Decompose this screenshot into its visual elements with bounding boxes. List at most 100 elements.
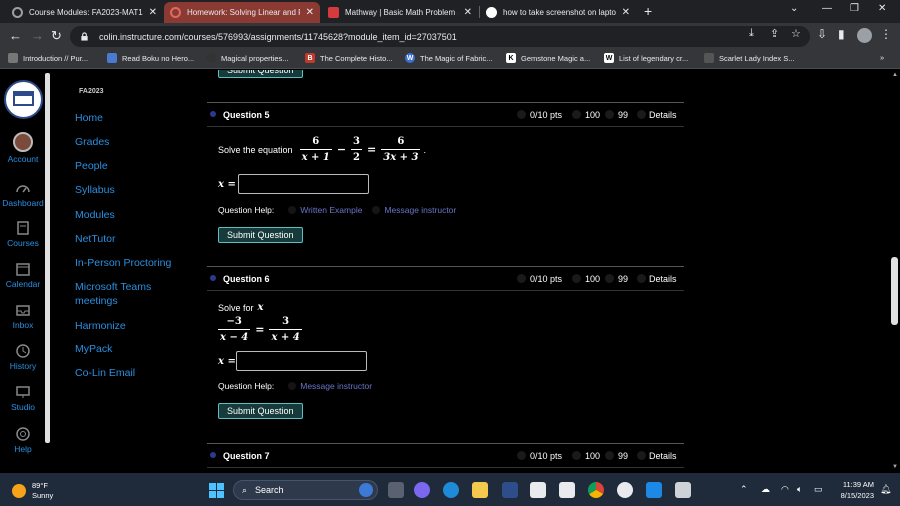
mail-icon[interactable] <box>559 482 575 498</box>
course-nav-harmonize[interactable]: Harmonize <box>75 319 185 333</box>
tab-search-icon[interactable]: ⌄ <box>790 3 798 14</box>
tab-mathway[interactable]: Mathway | Basic Math Problem S ✕ <box>322 2 478 23</box>
tray-chevron-icon[interactable]: ⌃ <box>740 484 748 495</box>
submit-question-button[interactable]: Submit Question <box>218 403 303 419</box>
answer-label: x = <box>218 355 236 367</box>
tab-homework[interactable]: Homework: Solving Linear and R ✕ <box>164 2 320 23</box>
reload-icon[interactable]: ↻ <box>51 28 62 44</box>
vscode-icon[interactable] <box>502 482 518 498</box>
close-icon[interactable]: ✕ <box>622 7 630 18</box>
canvas-favicon-icon <box>12 7 23 18</box>
menu-kebab-icon[interactable]: ⋮ <box>880 27 892 41</box>
bookmark-item[interactable]: B The Complete Histo... <box>305 53 393 63</box>
tab-label: how to take screenshot on laptop <box>503 8 616 17</box>
course-nav-colin-email[interactable]: Co-Lin Email <box>75 366 185 380</box>
edge-icon[interactable] <box>443 482 459 498</box>
nav-scrollbar-thumb[interactable] <box>45 73 50 443</box>
math-operator: = <box>367 143 377 156</box>
submit-question-button[interactable]: Submit Question <box>218 227 303 243</box>
global-nav-studio[interactable]: Studio <box>0 384 46 412</box>
course-nav-mypack[interactable]: MyPack <box>75 342 185 356</box>
details-link[interactable]: Details <box>649 274 677 284</box>
new-tab-button[interactable]: + <box>644 3 652 19</box>
wifi-icon[interactable]: ◠ <box>781 484 789 495</box>
college-logo[interactable] <box>4 80 43 119</box>
denominator: 3x + 3 <box>383 152 419 163</box>
written-example-link[interactable]: Written Example <box>288 205 362 215</box>
forward-arrow-icon[interactable]: → <box>31 28 44 43</box>
submit-question-button[interactable]: Submit Question <box>218 70 303 78</box>
answer-input[interactable] <box>237 174 369 194</box>
mathway-favicon-icon <box>328 7 339 18</box>
attempts-value: 100 <box>585 450 601 461</box>
share-icon[interactable]: ⇪ <box>770 27 779 40</box>
back-arrow-icon[interactable]: ← <box>9 28 22 43</box>
taskbar-clock[interactable]: 11:39 AM 8/15/2023 <box>832 479 874 501</box>
minimize-icon[interactable]: — <box>822 3 832 14</box>
course-nav-syllabus[interactable]: Syllabus <box>75 183 185 197</box>
global-nav-courses[interactable]: Courses <box>0 220 46 248</box>
address-bar[interactable]: colin.instructure.com/courses/576993/ass… <box>70 26 810 47</box>
taskbar-search[interactable]: ⌕ Search <box>233 480 378 500</box>
photos-icon[interactable] <box>646 482 662 498</box>
close-icon[interactable]: ✕ <box>149 7 157 18</box>
course-nav-nettutor[interactable]: NetTutor <box>75 232 185 246</box>
page-scrollbar-thumb[interactable] <box>891 257 898 325</box>
tries-value: 99 <box>618 450 629 461</box>
close-icon[interactable]: ✕ <box>306 7 314 18</box>
bookmark-item[interactable]: Introduction // Pur... <box>8 53 88 63</box>
bookmark-item[interactable]: K Gemstone Magic a... <box>506 53 590 63</box>
more-bookmarks-icon[interactable]: » <box>880 53 884 62</box>
answer-label: x = <box>218 178 236 190</box>
details-link[interactable]: Details <box>649 451 677 461</box>
bookmark-item[interactable]: Read Boku no Hero... <box>107 53 194 63</box>
volume-icon[interactable]: 🔈︎ <box>797 484 802 495</box>
scroll-down-arrow-icon[interactable]: ▼ <box>892 464 898 470</box>
windows-start-icon[interactable] <box>209 483 224 498</box>
bookmark-item[interactable]: W List of legendary cr... <box>604 53 688 63</box>
message-instructor-link[interactable]: Message instructor <box>288 381 372 391</box>
bookmark-item[interactable]: Magical properties... <box>206 53 289 63</box>
course-nav-people[interactable]: People <box>75 159 185 173</box>
bookmark-item[interactable]: W The Magic of Fabric... <box>405 53 493 63</box>
close-icon[interactable]: ✕ <box>464 7 472 18</box>
global-nav-account[interactable]: Account <box>0 132 46 164</box>
google-favicon-icon <box>486 7 497 18</box>
download-icon[interactable]: ⇩ <box>817 27 827 41</box>
global-nav-dashboard[interactable]: Dashboard <box>0 180 46 208</box>
battery-icon[interactable]: ▭ <box>814 484 823 495</box>
window-close-icon[interactable]: ✕ <box>878 3 886 14</box>
bookmark-star-icon[interactable]: ☆ <box>791 27 801 40</box>
onedrive-cloud-icon[interactable]: ☁ <box>761 484 770 495</box>
course-nav-modules[interactable]: Modules <box>75 208 185 222</box>
side-panel-icon[interactable]: ▮ <box>838 27 845 41</box>
tab-course-modules[interactable]: Course Modules: FA2023-MAT13 ✕ <box>6 2 163 23</box>
message-instructor-link[interactable]: Message instructor <box>372 205 456 215</box>
global-nav-inbox[interactable]: Inbox <box>0 302 46 330</box>
profile-avatar[interactable] <box>857 28 872 43</box>
scroll-up-arrow-icon[interactable]: ▲ <box>892 72 898 78</box>
settings-gear-icon[interactable] <box>617 482 633 498</box>
teams-chat-icon[interactable] <box>414 482 430 498</box>
global-nav-calendar[interactable]: Calendar <box>0 261 46 289</box>
global-nav-history[interactable]: History <box>0 343 46 371</box>
answer-input[interactable] <box>235 351 367 371</box>
bookmark-favicon-icon <box>704 53 714 63</box>
roblox-icon[interactable] <box>675 482 691 498</box>
chrome-icon[interactable] <box>588 482 604 498</box>
file-explorer-icon[interactable] <box>472 482 488 498</box>
course-nav-home[interactable]: Home <box>75 111 185 125</box>
course-nav-grades[interactable]: Grades <box>75 135 185 149</box>
tab-google-search[interactable]: how to take screenshot on laptop ✕ <box>480 2 636 23</box>
bookmark-item[interactable]: Scarlet Lady Index S... <box>704 53 794 63</box>
store-icon[interactable] <box>530 482 546 498</box>
global-nav-help[interactable]: Help <box>0 426 46 454</box>
notification-bell-icon[interactable]: 🔔︎ <box>880 484 891 495</box>
weather-widget[interactable]: 89°F Sunny <box>12 481 53 501</box>
task-view-icon[interactable] <box>388 482 404 498</box>
details-link[interactable]: Details <box>649 110 677 120</box>
course-nav-in-person-proctoring[interactable]: In-Person Proctoring <box>75 256 185 270</box>
install-icon[interactable]: ⤓ <box>749 27 754 40</box>
course-nav-microsoft-teams[interactable]: Microsoft Teams meetings <box>75 280 175 308</box>
restore-icon[interactable]: ❐ <box>850 3 859 14</box>
